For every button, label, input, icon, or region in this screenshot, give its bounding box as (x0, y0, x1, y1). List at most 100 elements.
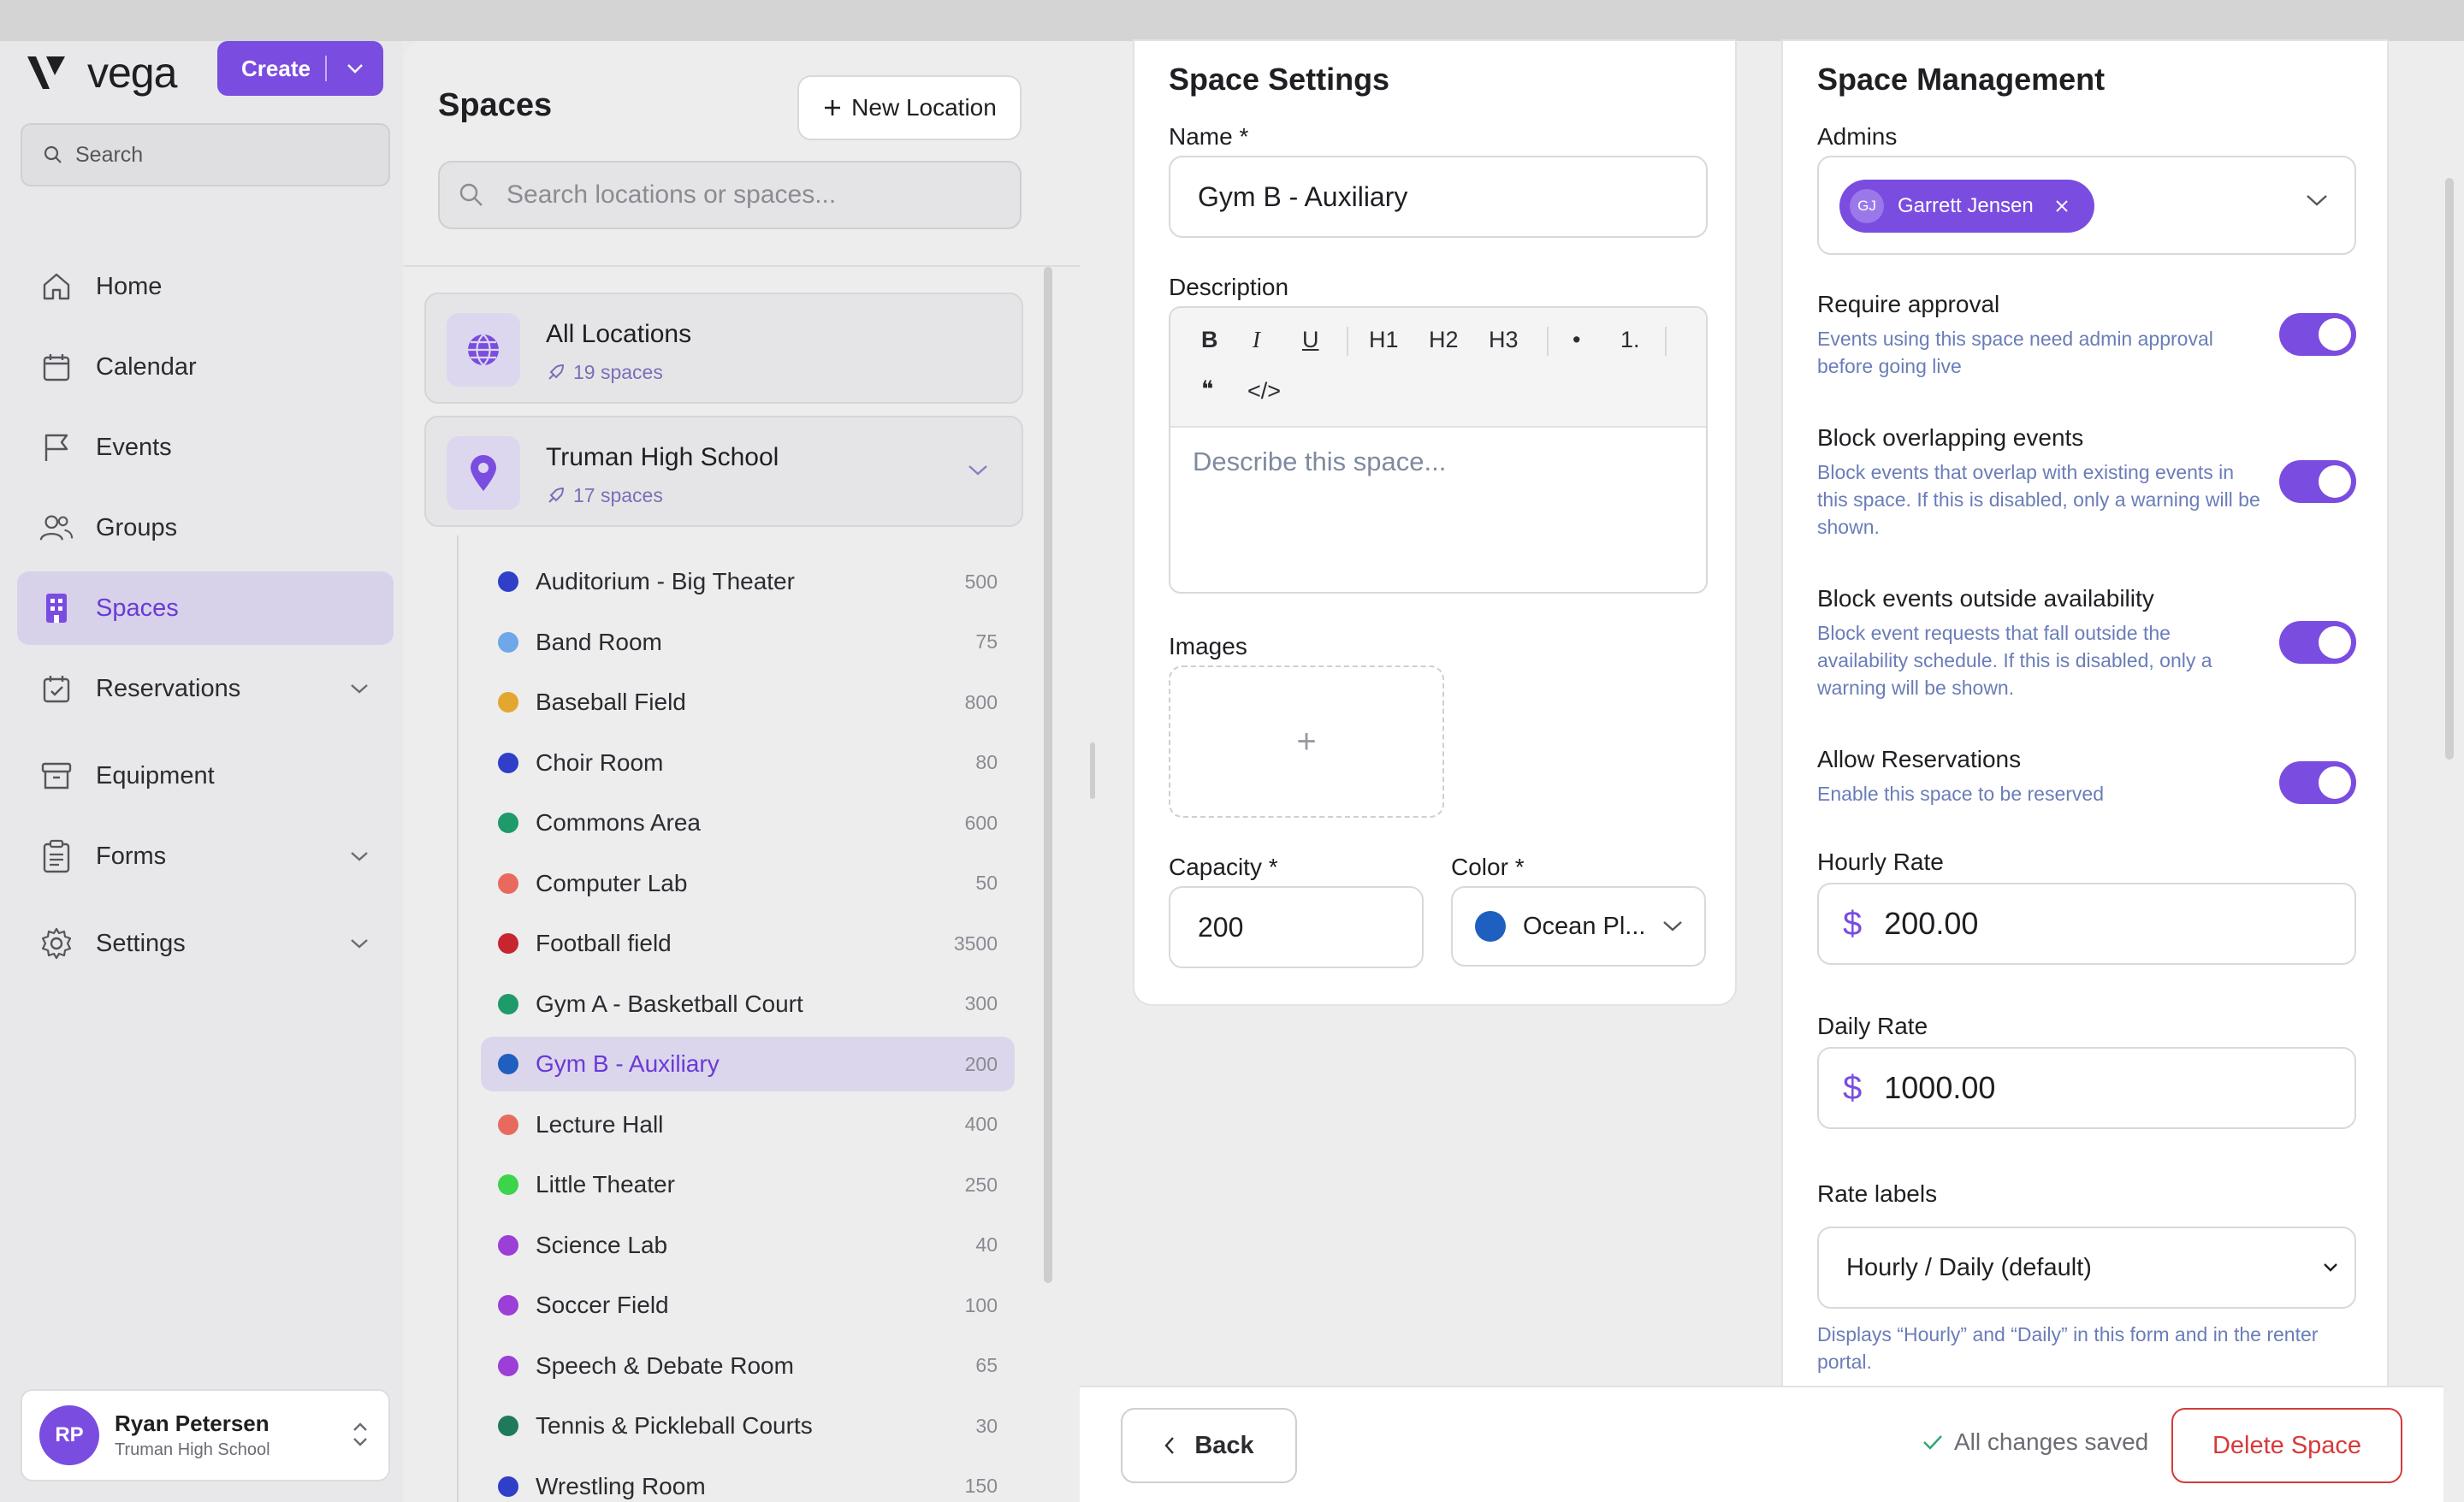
scrollbar[interactable] (2445, 178, 2454, 760)
location-space-count: 19 spaces (546, 361, 663, 384)
section-title: Space Management (1817, 62, 2106, 97)
space-name: Baseball Field (536, 689, 686, 715)
space-color-dot (498, 1234, 518, 1256)
clipboard-icon (39, 839, 74, 873)
images-label: Images (1169, 633, 1247, 659)
space-list-item[interactable]: Wrestling Room 150 (481, 1459, 1015, 1502)
sidebar-item-forms[interactable]: Forms (17, 819, 394, 893)
capacity-input[interactable]: 200 (1169, 886, 1424, 968)
block-outside-availability-toggle[interactable] (2279, 621, 2356, 664)
heading-1-button[interactable]: H1 (1369, 327, 1399, 353)
ordered-list-button[interactable]: 1. (1620, 327, 1640, 353)
setting-title: Block events outside availability (1817, 585, 2154, 612)
space-list-item[interactable]: Lecture Hall 400 (481, 1097, 1015, 1152)
space-list-item[interactable]: Tennis & Pickleball Courts 30 (481, 1399, 1015, 1453)
underline-button[interactable]: U (1302, 327, 1319, 353)
chevron-up-down-icon (351, 1420, 370, 1449)
block-overlapping-toggle[interactable] (2279, 460, 2356, 503)
blockquote-button[interactable]: ❝ (1201, 376, 1214, 403)
space-color-dot (498, 933, 518, 954)
sidebar-item-spaces[interactable]: Spaces (17, 571, 394, 645)
space-list-item[interactable]: Band Room 75 (481, 615, 1015, 670)
daily-rate-input[interactable]: $ 1000.00 (1817, 1047, 2356, 1129)
location-search-input[interactable]: Search locations or spaces... (438, 161, 1022, 229)
italic-button[interactable]: I (1253, 327, 1260, 353)
logo[interactable]: vega (26, 48, 177, 98)
sidebar-item-settings[interactable]: Settings (17, 907, 394, 980)
space-list-item[interactable]: Baseball Field 800 (481, 675, 1015, 730)
rate-labels-select[interactable]: Hourly / Daily (default) (1817, 1227, 2356, 1309)
dollar-icon: $ (1843, 904, 1863, 943)
scrollbar[interactable] (1044, 267, 1052, 1283)
description-placeholder[interactable]: Describe this space... (1170, 428, 1706, 496)
space-name: Choir Room (536, 748, 664, 776)
chevron-down-icon[interactable] (2305, 193, 2329, 209)
admins-select[interactable]: GJ Garrett Jensen (1817, 156, 2356, 255)
description-label: Description (1169, 274, 1289, 300)
space-list-item[interactable]: Commons Area 600 (481, 795, 1015, 850)
allow-reservations-setting: Allow Reservations Enable this space to … (1817, 746, 2356, 807)
color-swatch (1475, 911, 1506, 942)
location-card-truman-high-school[interactable]: Truman High School 17 spaces (424, 416, 1023, 527)
sidebar-search-input[interactable]: Search (21, 123, 390, 186)
allow-reservations-toggle[interactable] (2279, 761, 2356, 804)
space-list-item[interactable]: Speech & Debate Room 65 (481, 1339, 1015, 1393)
back-button[interactable]: Back (1121, 1408, 1297, 1483)
sidebar-item-home[interactable]: Home (17, 250, 394, 323)
sidebar-item-reservations[interactable]: Reservations (17, 652, 394, 725)
space-list-item[interactable]: Gym A - Basketball Court 300 (481, 977, 1015, 1032)
avatar: RP (39, 1405, 99, 1465)
require-approval-toggle[interactable] (2279, 313, 2356, 356)
space-list-item[interactable]: Football field 3500 (481, 916, 1015, 971)
hourly-rate-label: Hourly Rate (1817, 849, 1944, 875)
code-button[interactable]: </> (1247, 378, 1281, 405)
space-list-item[interactable]: Choir Room 80 (481, 736, 1015, 790)
heading-2-button[interactable]: H2 (1429, 327, 1459, 353)
app-window: vega Create Search Home Calendar Events … (0, 39, 2464, 1502)
create-button[interactable]: Create (217, 41, 383, 96)
close-icon[interactable] (2054, 198, 2070, 214)
section-title: Space Settings (1169, 62, 1390, 97)
chevron-down-icon[interactable] (327, 62, 383, 74)
hourly-rate-input[interactable]: $ 200.00 (1817, 883, 2356, 965)
heading-3-button[interactable]: H3 (1489, 327, 1519, 353)
space-list-item[interactable]: Gym B - Auxiliary 200 (481, 1037, 1015, 1091)
toolbar-divider (1547, 327, 1549, 356)
resize-handle[interactable] (1090, 742, 1095, 799)
sidebar-item-equipment[interactable]: Equipment (17, 739, 394, 813)
name-input[interactable]: Gym B - Auxiliary (1169, 156, 1708, 238)
space-list-item[interactable]: Little Theater 250 (481, 1157, 1015, 1212)
space-name: Science Lab (536, 1231, 668, 1258)
space-list-item[interactable]: Science Lab 40 (481, 1218, 1015, 1273)
description-editor[interactable]: B I U H1 H2 H3 • 1. ❝ </> Describe this … (1169, 306, 1708, 594)
color-select[interactable]: Ocean Pl... (1451, 886, 1706, 967)
space-color-dot (498, 872, 518, 894)
chevron-down-icon[interactable] (349, 683, 370, 695)
sidebar-item-groups[interactable]: Groups (17, 491, 394, 565)
space-color-dot (498, 1295, 518, 1316)
users-icon (39, 511, 74, 545)
spaces-panel: Spaces New Location Search locations or … (404, 41, 1080, 1502)
bullet-list-button[interactable]: • (1573, 327, 1580, 353)
toggle-knob (2319, 766, 2351, 799)
sidebar-item-events[interactable]: Events (17, 411, 394, 484)
chevron-down-icon[interactable] (967, 464, 989, 477)
new-location-button[interactable]: New Location (797, 75, 1022, 140)
space-capacity: 3500 (953, 931, 998, 955)
toggle-knob (2319, 626, 2351, 659)
user-account-switcher[interactable]: RP Ryan Petersen Truman High School (21, 1389, 390, 1481)
location-space-count: 17 spaces (546, 484, 663, 507)
new-location-label: New Location (851, 94, 997, 121)
chevron-down-icon[interactable] (349, 850, 370, 862)
space-list-item[interactable]: Computer Lab 50 (481, 856, 1015, 911)
sidebar-item-calendar[interactable]: Calendar (17, 330, 394, 404)
image-upload-dropzone[interactable]: + (1169, 665, 1444, 818)
space-list-item[interactable]: Auditorium - Big Theater 500 (481, 554, 1015, 609)
chevron-down-icon[interactable] (349, 937, 370, 949)
space-list-item[interactable]: Soccer Field 100 (481, 1278, 1015, 1333)
bold-button[interactable]: B (1201, 327, 1218, 353)
space-capacity: 40 (975, 1233, 998, 1256)
delete-space-button[interactable]: Delete Space (2171, 1408, 2402, 1483)
space-capacity: 80 (975, 751, 998, 773)
all-locations-card[interactable]: All Locations 19 spaces (424, 293, 1023, 404)
